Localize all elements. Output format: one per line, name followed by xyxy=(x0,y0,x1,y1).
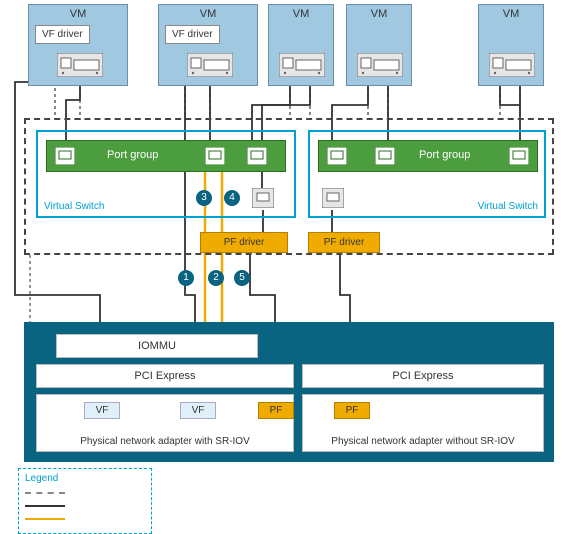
uplink-port-icon xyxy=(252,188,274,208)
vm-1: VM VF driver xyxy=(28,4,128,86)
pf-box-2: PF xyxy=(334,402,370,419)
badge-2: 2 xyxy=(208,270,224,286)
vf-driver-box: VF driver xyxy=(165,25,220,44)
nic-icon xyxy=(187,53,233,77)
port-icon xyxy=(327,147,347,165)
badge-5: 5 xyxy=(234,270,250,286)
badge-1: 1 xyxy=(178,270,194,286)
nic-icon xyxy=(57,53,103,77)
pf-driver-1: PF driver xyxy=(200,232,288,253)
legend-box: Legend xyxy=(18,468,152,534)
legend-row-solid xyxy=(25,501,145,511)
vm-label: VM xyxy=(159,5,257,23)
port-icon xyxy=(509,147,529,165)
vm-4: VM xyxy=(346,4,412,86)
legend-row-dashed xyxy=(25,488,145,498)
iommu-box: IOMMU xyxy=(56,334,258,358)
legend-row-orange xyxy=(25,514,145,524)
port-group-1: Port group xyxy=(46,140,286,172)
pci-express-right: PCI Express xyxy=(302,364,544,388)
port-group-label: Port group xyxy=(107,149,158,161)
nic-icon xyxy=(357,53,403,77)
vswitch-label: Virtual Switch xyxy=(478,201,538,212)
legend-title: Legend xyxy=(25,473,145,484)
nic-icon xyxy=(489,53,535,77)
vf-box-1: VF xyxy=(84,402,120,419)
vm-label: VM xyxy=(29,5,127,23)
uplink-port-icon xyxy=(322,188,344,208)
badge-3: 3 xyxy=(196,190,212,206)
vm-5: VM xyxy=(478,4,544,86)
vm-label: VM xyxy=(269,5,333,23)
pf-box-1: PF xyxy=(258,402,294,419)
pci-express-left: PCI Express xyxy=(36,364,294,388)
vf-driver-box: VF driver xyxy=(35,25,90,44)
badge-4: 4 xyxy=(224,190,240,206)
vm-label: VM xyxy=(479,5,543,23)
port-icon xyxy=(55,147,75,165)
vf-box-2: VF xyxy=(180,402,216,419)
nic-icon xyxy=(279,53,325,77)
adapter-with-sriov: Physical network adapter with SR-IOV xyxy=(36,394,294,452)
vm-label: VM xyxy=(347,5,411,23)
vm-2: VM VF driver xyxy=(158,4,258,86)
pf-driver-2: PF driver xyxy=(308,232,380,253)
port-group-label: Port group xyxy=(419,149,470,161)
port-icon xyxy=(205,147,225,165)
port-icon xyxy=(375,147,395,165)
diagram-canvas: VM VF driver VM VF driver VM VM VM Virtu… xyxy=(0,0,572,526)
vswitch-label: Virtual Switch xyxy=(44,201,104,212)
port-group-2: Port group xyxy=(318,140,538,172)
vm-3: VM xyxy=(268,4,334,86)
port-icon xyxy=(247,147,267,165)
